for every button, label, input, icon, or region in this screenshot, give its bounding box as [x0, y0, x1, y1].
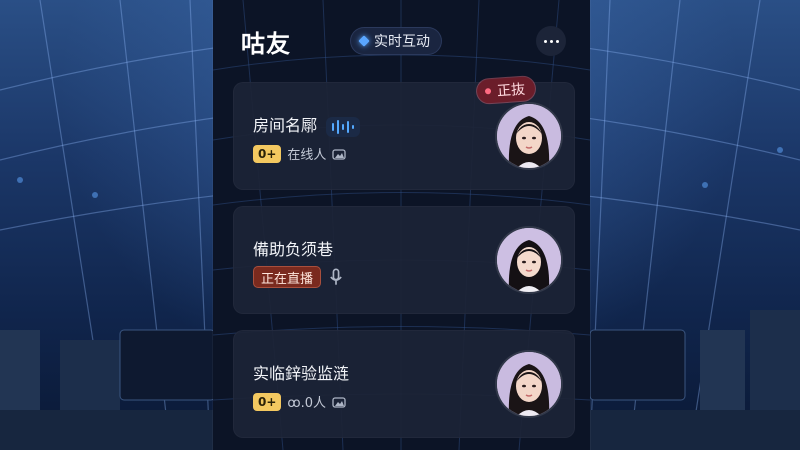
- app-title: 咕友: [241, 30, 291, 58]
- more-options-button[interactable]: [536, 26, 566, 56]
- status-tag: 正抜: [476, 76, 536, 104]
- avatar-girl-icon: [497, 104, 561, 168]
- room-meta: 0+ ꝏ.0人: [253, 392, 346, 411]
- room-title: 備助负须巷: [253, 240, 334, 259]
- audio-wave-icon: [326, 116, 361, 137]
- diamond-icon: [358, 35, 370, 47]
- dot-icon: [555, 39, 559, 43]
- room-meta: 0+ 在线人: [253, 144, 347, 163]
- image-icon: [332, 396, 346, 408]
- room-card[interactable]: 備助负须巷 正在直播: [233, 206, 575, 314]
- live-badge: 正在直播: [253, 266, 322, 288]
- app-panel: 咕友 实时互动 正抜 房间名鄏 0+ 在线人 備助负须巷 正在直播 实临鋅验监涟…: [213, 0, 590, 450]
- room-meta: 正在直播: [253, 266, 345, 288]
- count-badge: 0+: [253, 144, 282, 163]
- room-title: 实临鋅验监涟: [253, 364, 350, 383]
- microphone-icon: [330, 268, 342, 285]
- online-count: 在线人: [287, 148, 327, 163]
- avatar[interactable]: [497, 228, 561, 292]
- room-title-text: 房间名鄏: [253, 116, 318, 135]
- avatar[interactable]: [497, 352, 561, 416]
- room-title: 房间名鄏: [253, 112, 361, 137]
- header: 咕友 实时互动: [213, 20, 590, 64]
- room-card[interactable]: 实临鋅验监涟 0+ ꝏ.0人: [233, 330, 575, 438]
- room-card[interactable]: 正抜 房间名鄏 0+ 在线人: [233, 76, 575, 190]
- status-tag-label: 正抜: [496, 81, 526, 100]
- avatar[interactable]: [497, 104, 561, 168]
- avatar-girl-icon: [497, 352, 561, 416]
- dot-icon: [549, 39, 553, 43]
- image-icon: [332, 148, 347, 160]
- status-dot-icon: [484, 88, 492, 95]
- online-count: ꝏ.0人: [287, 396, 327, 411]
- live-interaction-chip[interactable]: 实时互动: [350, 27, 442, 55]
- live-chip-label: 实时互动: [374, 34, 430, 50]
- count-badge: 0+: [253, 392, 282, 411]
- dot-icon: [543, 39, 547, 43]
- avatar-girl-icon: [497, 228, 561, 292]
